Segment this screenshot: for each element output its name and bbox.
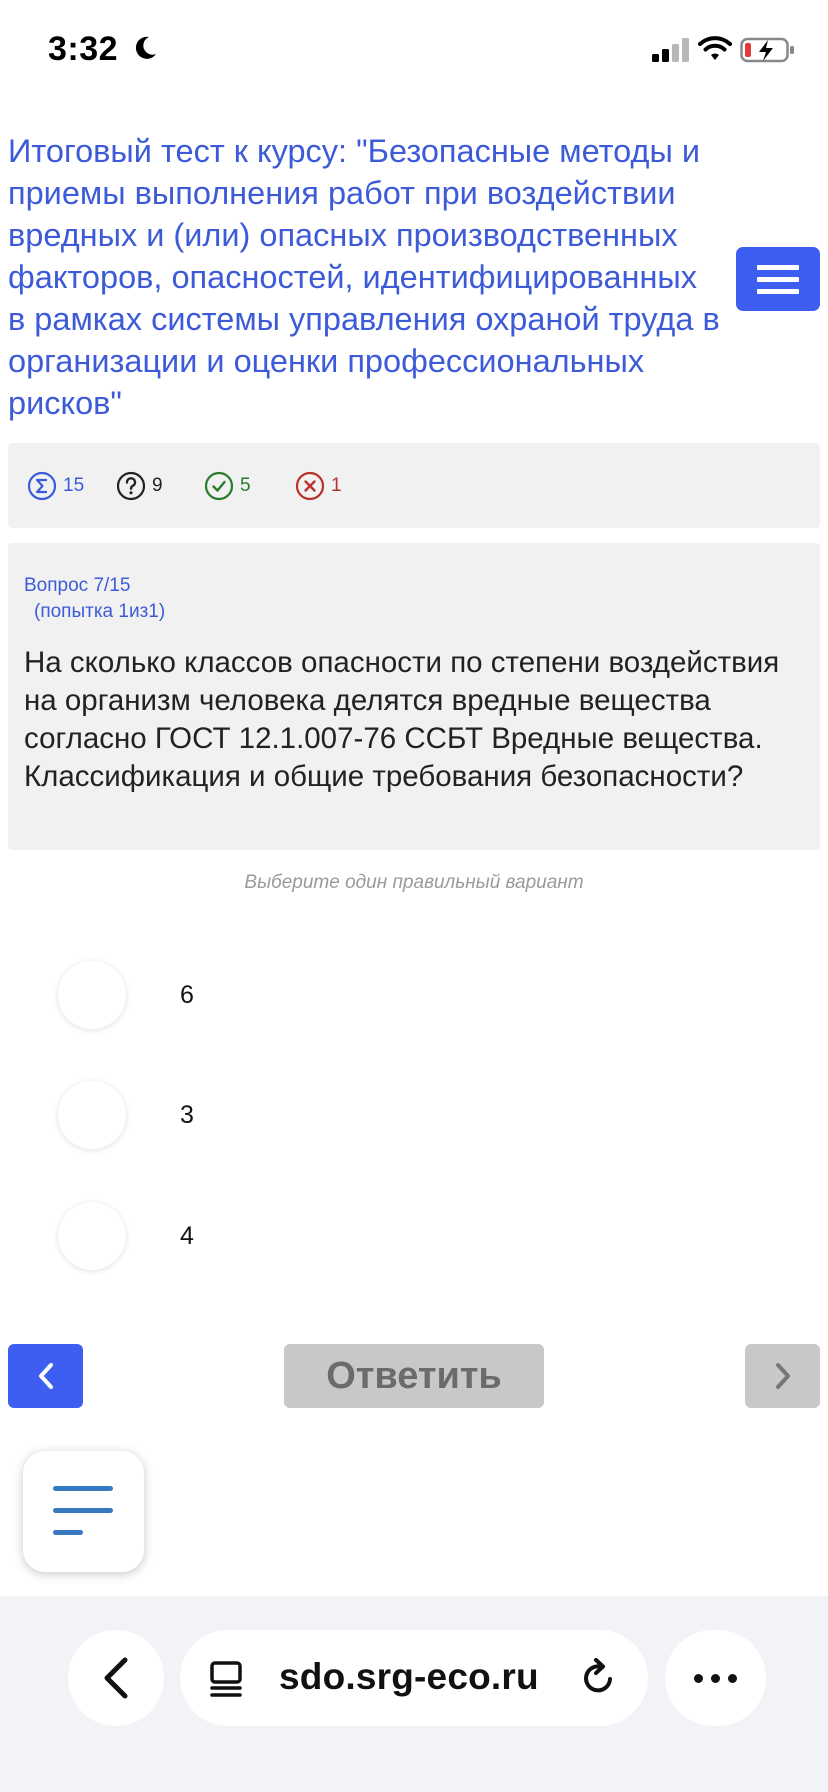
url-text: sdo.srg-eco.ru [279, 1656, 539, 1697]
chevron-right-icon [775, 1363, 790, 1389]
question-circle-icon [116, 471, 146, 501]
browser-back-button[interactable] [68, 1630, 164, 1726]
back-arrow-icon [104, 1657, 128, 1699]
wifi-icon [698, 36, 732, 60]
stat-total: 15 [27, 471, 84, 501]
list-icon [53, 1486, 113, 1491]
answer-option[interactable]: 4 [58, 1201, 758, 1271]
question-list-button[interactable] [23, 1451, 144, 1572]
course-title: Итоговый тест к курсу: "Безопасные метод… [8, 133, 720, 421]
stat-unanswered: 9 [116, 471, 163, 501]
question-panel: Вопрос 7/15 (попытка 1из1) На сколько кл… [8, 543, 820, 850]
radio-button[interactable] [58, 961, 126, 1029]
more-icon [694, 1673, 703, 1683]
question-number: Вопрос 7/15 [24, 575, 131, 596]
answer-option[interactable]: 6 [58, 960, 758, 1030]
answer-hint: Выберите один правильный вариант [244, 872, 584, 893]
submit-answer-button[interactable]: Ответить [284, 1344, 544, 1408]
radio-button[interactable] [58, 1202, 126, 1270]
check-circle-icon [204, 471, 234, 501]
reader-icon [210, 1661, 242, 1697]
stat-wrong-value: 1 [331, 475, 342, 496]
reload-icon[interactable] [578, 1658, 618, 1698]
x-circle-icon [295, 471, 325, 501]
moon-icon [135, 36, 156, 59]
battery-charging-icon [740, 37, 794, 63]
menu-button[interactable] [736, 247, 820, 311]
stat-correct-value: 5 [240, 475, 251, 496]
question-text: На сколько классов опасности по степени … [24, 646, 780, 793]
answer-label: 6 [180, 980, 194, 1009]
chevron-left-icon [38, 1363, 53, 1389]
stats-panel: 15 9 5 1 [8, 443, 820, 528]
next-question-button[interactable] [745, 1344, 820, 1408]
address-bar[interactable]: sdo.srg-eco.ru [180, 1630, 648, 1726]
stat-correct: 5 [204, 471, 251, 501]
radio-button[interactable] [58, 1081, 126, 1149]
previous-question-button[interactable] [8, 1344, 83, 1408]
status-time: 3:32 [48, 30, 119, 68]
stat-unanswered-value: 9 [152, 475, 163, 496]
attempt-info: (попытка 1из1) [34, 601, 166, 622]
status-bar: 3:32 [0, 0, 828, 100]
cellular-signal-icon [652, 38, 689, 62]
answer-option[interactable]: 3 [58, 1080, 758, 1150]
stat-wrong: 1 [295, 471, 342, 501]
answer-label: 4 [180, 1221, 194, 1250]
more-options-button[interactable] [665, 1630, 766, 1726]
hamburger-icon [757, 264, 799, 270]
answer-label: 3 [180, 1100, 194, 1129]
stat-total-value: 15 [63, 475, 85, 496]
sigma-icon [27, 471, 57, 501]
